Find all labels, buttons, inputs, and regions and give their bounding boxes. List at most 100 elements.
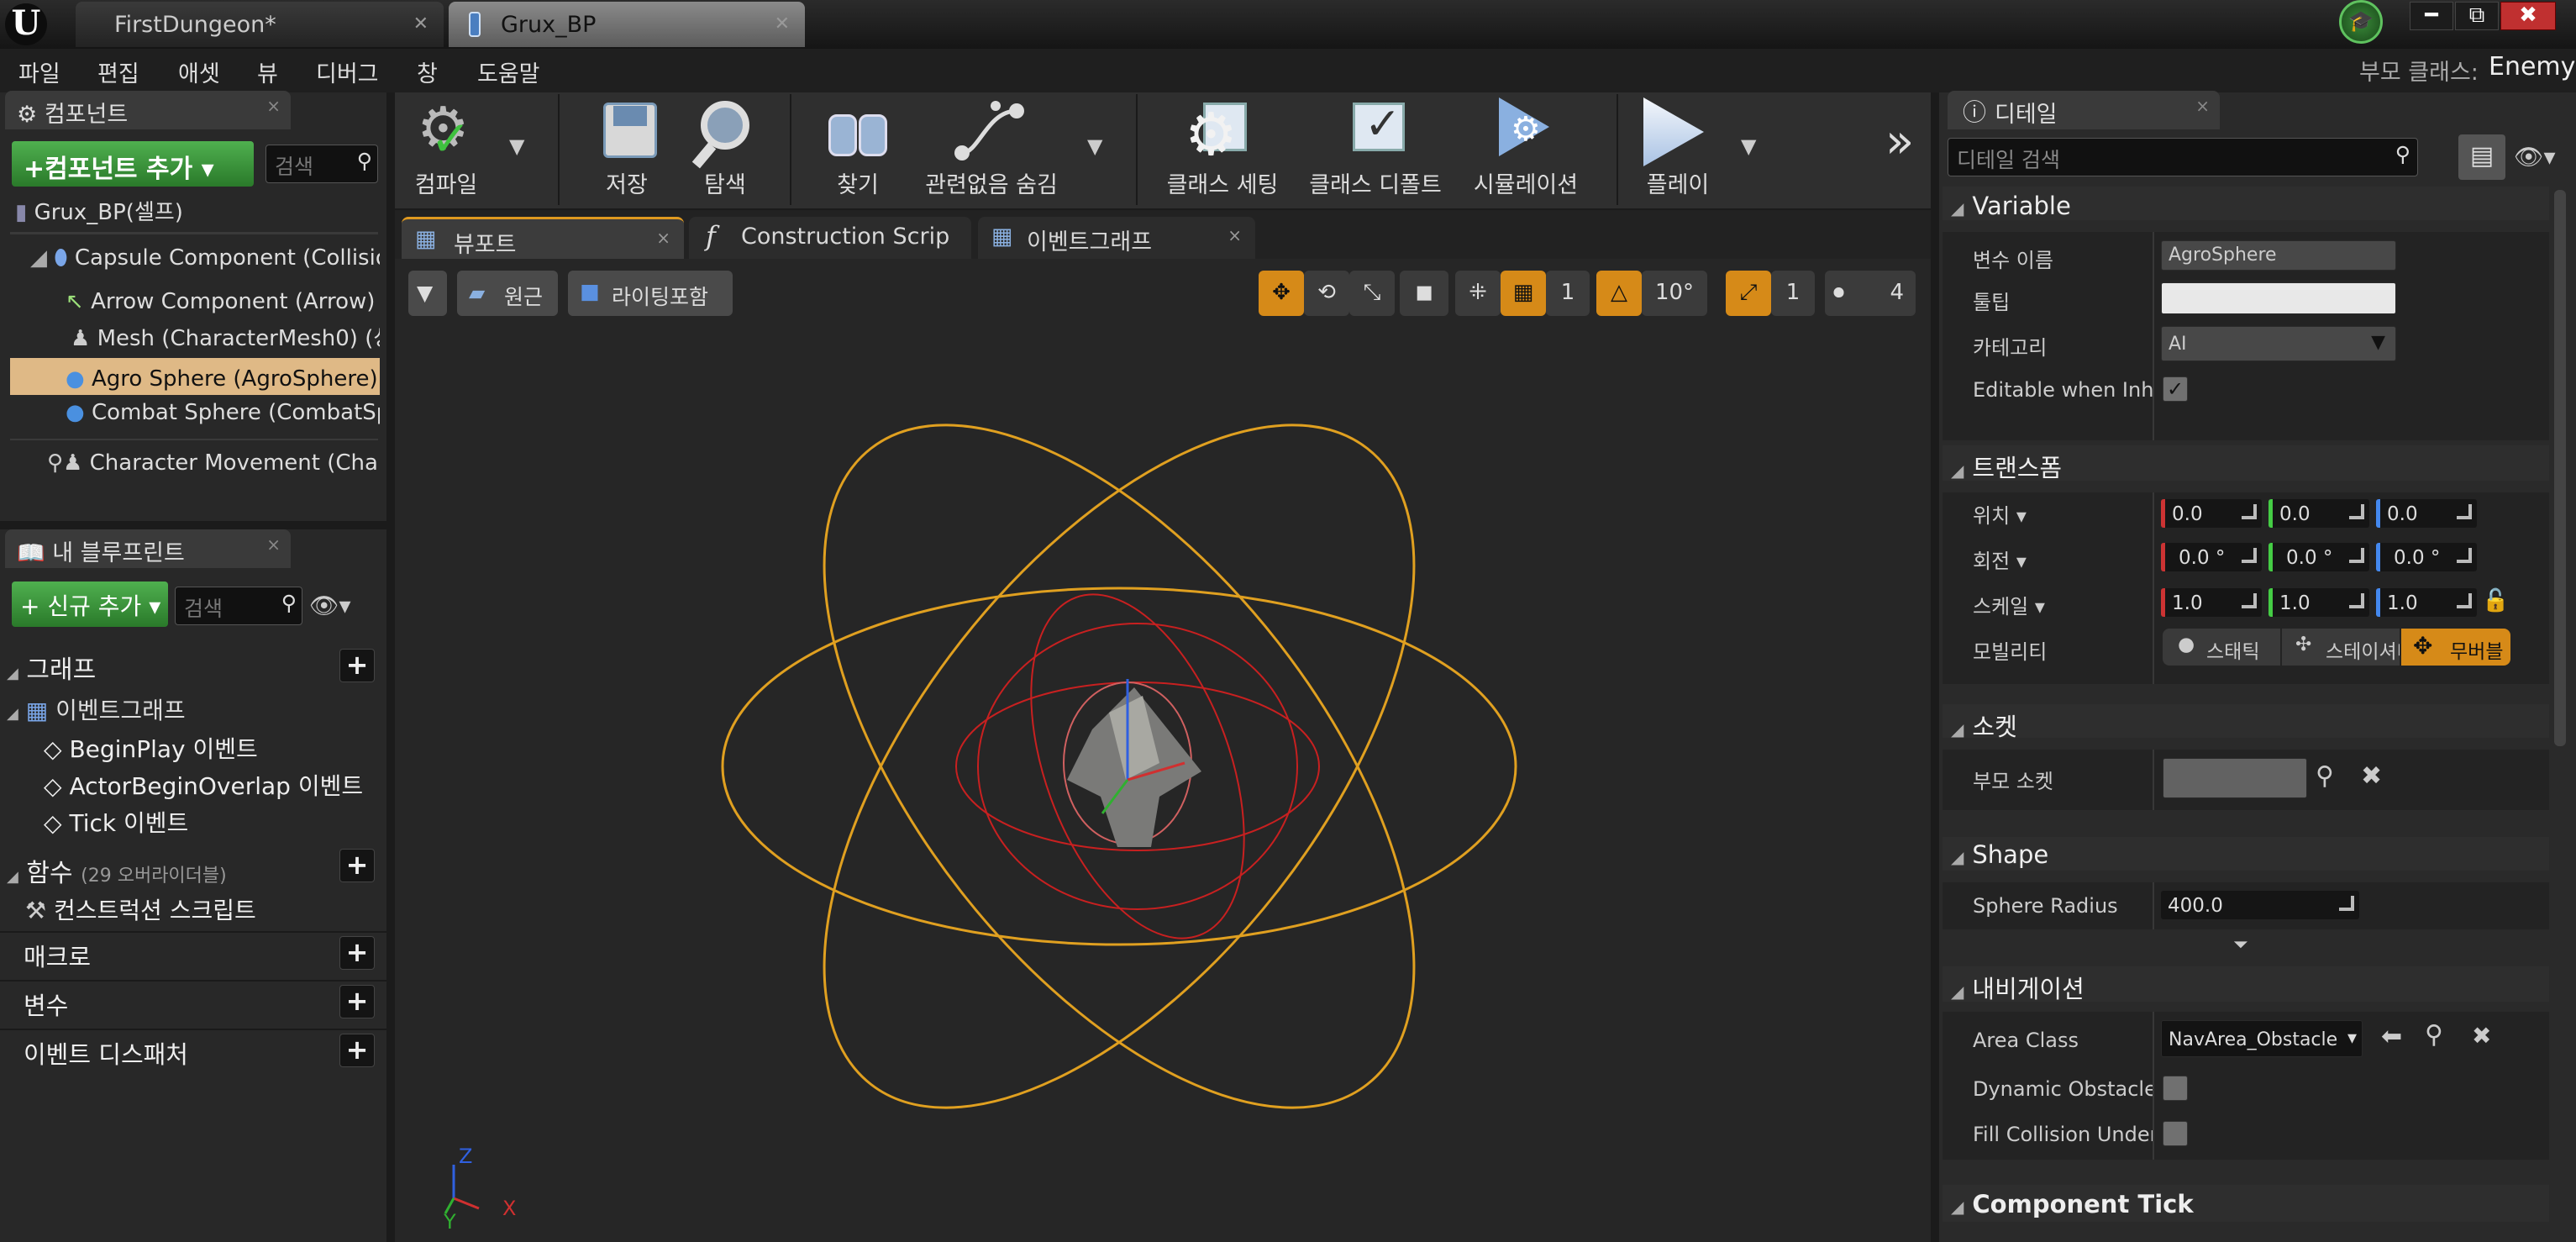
menu-help[interactable]: 도움말 [477,55,540,88]
translate-tool-icon[interactable]: ✥ [1259,271,1304,316]
tab-construction-script[interactable]: f Construction Scrip [689,217,971,259]
property-matrix-icon[interactable]: ▤ [2458,134,2505,180]
event-item[interactable]: ◇ BeginPlay 이벤트 [44,731,258,765]
close-icon[interactable]: ✕ [775,13,790,34]
play-options-dropdown[interactable]: ▼ [1741,134,1756,158]
rotation-snap-value[interactable]: 10° [1642,271,1707,316]
grid-snap-icon[interactable]: ▦ [1501,271,1546,316]
scale-z-field[interactable]: 1.0 [2376,588,2477,617]
details-scrollbar[interactable] [2554,190,2566,746]
menu-window[interactable]: 창 [417,55,438,88]
location-label[interactable]: 위치 ▾ [1973,499,2153,529]
location-x-field[interactable]: 0.0 [2161,499,2262,528]
tab-event-graph[interactable]: ▦ 이벤트그래프 × [978,217,1255,259]
camera-speed-button[interactable]: ⏺ 4 [1825,271,1916,316]
eye-icon[interactable]: 👁▾ [309,592,351,619]
rotation-y-field[interactable]: 0.0 ° [2268,543,2369,571]
scale-y-field[interactable]: 1.0 [2268,588,2369,617]
viewport[interactable]: Z X Y [395,259,1931,1242]
tab-components[interactable]: ⚙ 컴포넌트 × [5,91,291,129]
tab-my-blueprint[interactable]: 📖 내 블루프린트 × [5,529,291,568]
tooltip-field[interactable] [2161,282,2396,314]
section-macros[interactable]: 매크로 [24,938,91,973]
search-icon[interactable]: ⚲ [2316,761,2334,791]
tab-grux-bp[interactable]: Grux_BP ✕ [449,2,805,47]
event-item[interactable]: ◇ Tick 이벤트 [44,805,188,839]
add-component-button[interactable]: +컴포넌트 추가 ▾ [12,141,254,187]
eye-icon[interactable]: 👁▾ [2514,143,2556,171]
details-search-input[interactable]: 디테일 검색 ⚲ [1948,138,2418,176]
menu-view[interactable]: 뷰 [257,55,278,88]
parent-class-value[interactable]: Enemy [2489,52,2575,82]
compile-button[interactable]: ⚙ ✓ 컴파일 [400,94,492,199]
fill-collision-checkbox[interactable] [2163,1121,2188,1146]
location-y-field[interactable]: 0.0 [2268,499,2369,528]
close-icon[interactable]: × [656,228,670,248]
parent-socket-field[interactable] [2163,758,2307,798]
tab-first-dungeon[interactable]: FirstDungeon* ✕ [76,2,444,47]
rotate-tool-icon[interactable]: ⟲ [1304,271,1349,316]
category-dropdown[interactable]: AI ▼ [2161,326,2396,361]
use-selected-arrow-icon[interactable]: ⬅ [2381,1022,2402,1051]
lock-icon[interactable]: 🔓 [2482,588,2509,613]
add-variable-button[interactable]: + [339,985,375,1018]
expand-advanced-icon[interactable]: ⏷ [2233,934,2248,955]
compile-options-dropdown[interactable]: ▼ [509,134,524,158]
section-event-dispatchers[interactable]: 이벤트 디스패처 [24,1035,188,1071]
surface-snap-icon[interactable]: ⁜ [1455,271,1501,316]
mobility-movable-option[interactable]: ✥ 무버블 [2401,629,2510,666]
event-graph-item[interactable]: ◢ ▦ 이벤트그래프 [7,692,186,726]
close-icon[interactable]: × [266,534,281,555]
section-navigation[interactable]: ◢ 내비게이션 [1951,970,2084,1005]
close-icon[interactable]: × [266,96,281,116]
rotation-snap-icon[interactable]: △ [1596,271,1642,316]
rotation-z-field[interactable]: 0.0 ° [2376,543,2477,571]
add-event-dispatcher-button[interactable]: + [339,1034,375,1067]
component-item[interactable]: ⚲♟ Character Movement (CharMoveComp) [47,450,380,484]
restore-button[interactable]: ⧉ [2455,2,2499,30]
close-icon[interactable]: × [1228,225,1242,245]
section-variable[interactable]: ◢ Variable [1951,192,2071,220]
simulation-button[interactable]: ⚙ 시뮬레이션 [1467,94,1585,199]
mobility-static-option[interactable]: ● 스태틱 [2163,629,2280,666]
clear-icon[interactable]: ✖ [2361,761,2382,791]
section-sockets[interactable]: ◢ 소켓 [1951,708,2017,743]
hide-unrelated-button[interactable]: 관련없음 숨김 [916,94,1067,199]
dynamic-obstacle-checkbox[interactable] [2163,1076,2188,1101]
minimize-button[interactable]: ━ [2410,2,2453,30]
section-transform[interactable]: ◢ 트랜스폼 [1951,449,2062,484]
component-root[interactable]: ▮ Grux_BP(셀프) [15,195,385,229]
sphere-radius-field[interactable]: 400.0 [2161,891,2359,919]
component-item[interactable]: ◢ ⬮ Capsule Component (CollisionCylinder… [30,245,380,279]
editable-when-inherited-checkbox[interactable]: ✓ [2163,376,2188,402]
coordinate-system-icon[interactable]: ◼ [1400,271,1448,316]
browse-button[interactable]: 탐색 [681,94,770,199]
close-icon[interactable]: ✕ [413,13,428,34]
scale-snap-icon[interactable]: ⤢ [1726,271,1771,316]
section-component-tick[interactable]: ◢ Component Tick [1951,1190,2194,1218]
component-search-input[interactable]: 검색 ⚲ [265,145,378,183]
tab-viewport[interactable]: ▦ 뷰포트 × [402,217,684,259]
event-item[interactable]: ◇ ActorBeginOverlap 이벤트 [44,768,363,802]
section-shape[interactable]: ◢ Shape [1951,840,2048,869]
construction-script-item[interactable]: ⚒ 컨스트럭션 스크립트 [25,892,256,926]
mobility-stationary-option[interactable]: ✣ 스테이셔너리 [2282,629,2400,666]
variable-name-field[interactable]: AgroSphere [2161,240,2396,271]
play-button[interactable]: 플레이 [1632,94,1724,199]
graduation-cap-icon[interactable]: 🎓 [2339,0,2383,44]
rotation-x-field[interactable]: 0.0 ° [2161,543,2262,571]
component-item[interactable]: ↖ Arrow Component (Arrow) (상속됨) [66,284,380,318]
toolbar-overflow-button[interactable]: » [1885,114,1914,169]
add-macro-button[interactable]: + [339,936,375,970]
tab-details[interactable]: ⓘ 디테일 × [1948,91,2220,129]
add-new-button[interactable]: + 신규 추가 ▾ [12,582,168,627]
unreal-logo-icon[interactable]: U [5,3,47,45]
class-defaults-button[interactable]: ✓ 클래스 디폴트 [1304,94,1447,199]
location-z-field[interactable]: 0.0 [2376,499,2477,528]
add-graph-button[interactable]: + [339,649,375,682]
area-class-dropdown[interactable]: NavArea_Obstacle ▾ [2161,1020,2363,1057]
save-button[interactable]: 저장 [585,94,669,199]
menu-edit[interactable]: 편집 [97,55,139,88]
section-functions[interactable]: ◢ 함수 (29 오버라이더블) [7,852,227,889]
add-function-button[interactable]: + [339,849,375,882]
